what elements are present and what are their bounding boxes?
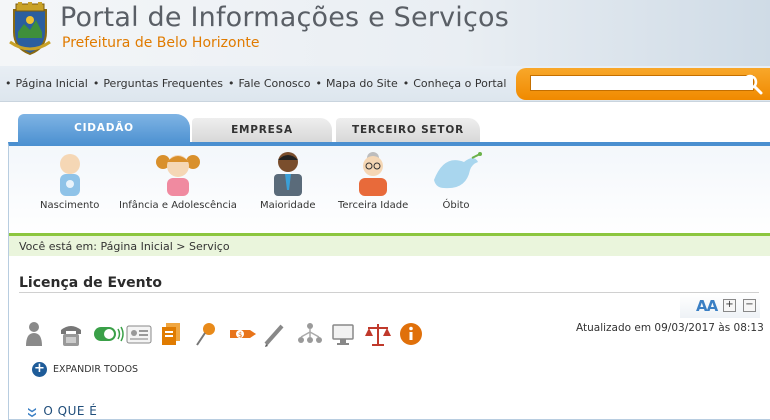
monitor-icon[interactable] — [330, 320, 364, 348]
nav-link-home[interactable]: Página Inicial — [16, 77, 88, 90]
nav-link-faq[interactable]: Perguntas Frequentes — [103, 77, 223, 90]
title-divider — [19, 292, 759, 293]
life-stage-label: Óbito — [442, 200, 470, 211]
header: Portal de Informações e Serviços Prefeit… — [0, 0, 770, 66]
updated-timestamp: Atualizado em 09/03/2017 às 08:13 — [576, 322, 764, 334]
tab-terceiro-setor[interactable]: TERCEIRO SETOR — [336, 118, 480, 142]
person-icon[interactable] — [24, 320, 58, 348]
life-stage-obito[interactable]: Óbito — [428, 150, 484, 211]
font-size-icon: AA — [696, 297, 718, 315]
adult-icon — [273, 152, 302, 196]
increase-font-button[interactable]: + — [723, 299, 736, 312]
section-label: O QUE É — [43, 404, 98, 418]
life-stage-nascimento[interactable]: Nascimento — [40, 150, 99, 211]
expand-all-button[interactable]: + EXPANDIR TODOS — [32, 362, 138, 377]
breadcrumb-path[interactable]: Página Inicial > Serviço — [100, 240, 229, 253]
chevron-down-icon: ❯❯ — [28, 406, 38, 416]
life-stage-label: Infância e Adolescência — [119, 200, 237, 211]
plus-icon: + — [32, 362, 47, 377]
scale-icon[interactable] — [364, 320, 398, 348]
service-icons: $ — [24, 320, 432, 350]
coat-of-arms-logo[interactable] — [8, 2, 52, 58]
page-title: Licença de Evento — [19, 275, 162, 291]
money-icon[interactable]: $ — [228, 320, 262, 348]
toggle-icon[interactable] — [92, 320, 126, 348]
font-size-tools: AA + − — [680, 294, 760, 318]
elderly-icon — [359, 152, 388, 196]
nav-link-sitemap[interactable]: Mapa do Site — [326, 77, 398, 90]
pen-icon[interactable] — [262, 320, 296, 348]
expand-all-label: EXPANDIR TODOS — [53, 364, 139, 375]
tab-empresa[interactable]: EMPRESA — [192, 118, 332, 142]
id-card-icon[interactable] — [126, 320, 160, 348]
breadcrumb: Você está em: Página Inicial > Serviço — [9, 236, 770, 256]
info-icon[interactable] — [398, 320, 432, 348]
breadcrumb-prefix: Você está em: — [19, 240, 97, 253]
life-stage-terceira-idade[interactable]: Terceira Idade — [338, 150, 408, 211]
nav-link-contact[interactable]: Fale Conosco — [238, 77, 310, 90]
portal-subtitle[interactable]: Prefeitura de Belo Horizonte — [62, 35, 260, 51]
pin-icon[interactable] — [194, 320, 228, 348]
svg-text:$: $ — [238, 331, 242, 339]
life-stage-infancia[interactable]: Infância e Adolescência — [119, 150, 237, 211]
life-stage-label: Terceira Idade — [338, 200, 409, 211]
life-stage-label: Nascimento — [40, 200, 100, 211]
section-o-que-e[interactable]: ❯❯ O QUE É — [28, 404, 97, 418]
child-icon — [155, 155, 200, 196]
search-input[interactable] — [530, 75, 754, 91]
search-box — [516, 68, 770, 100]
life-stage-label: Maioridade — [260, 200, 316, 211]
nav-link-about[interactable]: Conheça o Portal — [413, 77, 506, 90]
dove-icon — [434, 152, 482, 189]
documents-icon[interactable] — [160, 320, 194, 348]
baby-icon — [59, 154, 80, 196]
decrease-font-button[interactable]: − — [743, 299, 756, 312]
phone-icon[interactable] — [58, 320, 92, 348]
search-icon[interactable] — [740, 72, 764, 96]
top-nav-links: • Página Inicial • Perguntas Frequentes • F… — [5, 77, 507, 90]
life-stage-maioridade[interactable]: Maioridade — [260, 150, 316, 211]
tab-cidadao[interactable]: CIDADÃO — [18, 114, 190, 146]
network-icon[interactable] — [296, 320, 330, 348]
portal-title[interactable]: Portal de Informações e Serviços — [60, 2, 509, 33]
